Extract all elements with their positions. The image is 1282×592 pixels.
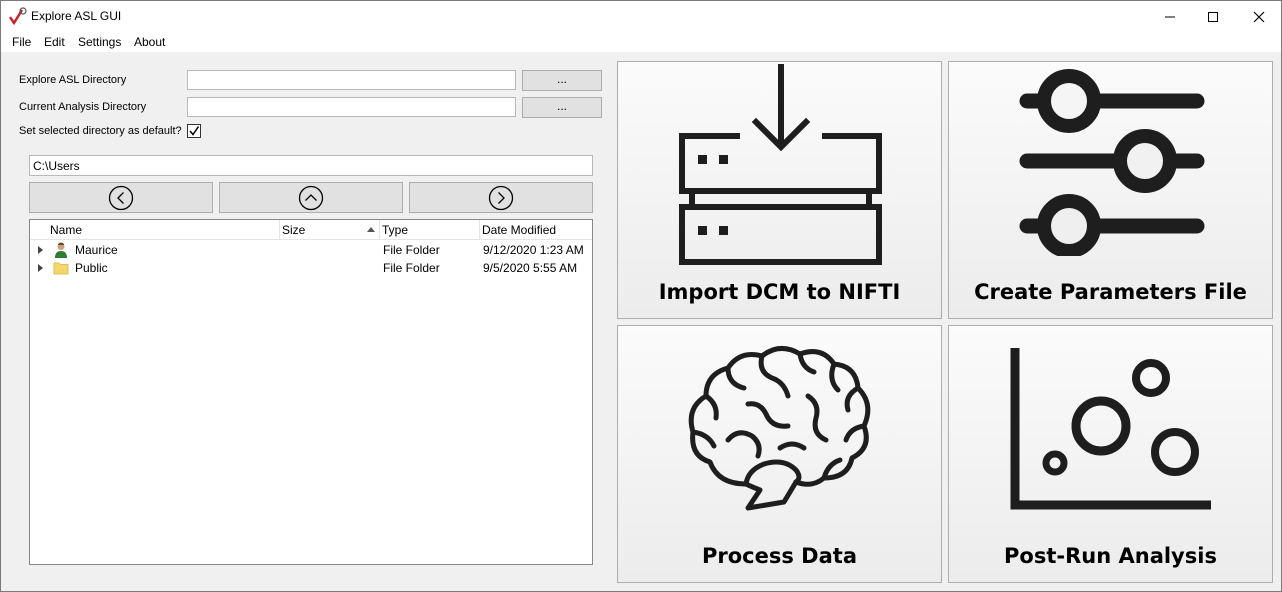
chevron-up-icon [298,185,324,210]
menu-about[interactable]: About [132,34,167,50]
import-dcm-label: Import DCM to NIFTI [658,280,901,304]
user-folder-icon [55,242,67,258]
close-icon [1253,11,1265,22]
column-type[interactable]: Type [380,220,480,240]
up-button[interactable] [219,182,403,213]
column-size[interactable]: Size [280,220,380,240]
post-run-analysis-tile[interactable]: Post-Run Analysis [948,325,1273,583]
back-button[interactable] [29,182,213,213]
row-date-modified: 9/12/2020 1:23 AM [483,243,584,257]
brain-icon [688,346,871,511]
menu-bar: File Edit Settings About [1,32,1281,52]
tree-header: Name Size Type Date Modified [30,220,592,240]
app-logo-icon [9,7,27,25]
column-date-modified[interactable]: Date Modified [480,220,592,240]
row-type: File Folder [383,243,440,257]
maximize-icon [1208,11,1218,22]
table-row[interactable]: Public File Folder 9/5/2020 5:55 AM [30,259,592,277]
table-row[interactable]: Maurice File Folder 9/12/2020 1:23 AM [30,241,592,259]
row-date-modified: 9/5/2020 5:55 AM [483,261,578,275]
explore-asl-browse-button[interactable]: ... [522,70,602,91]
menu-settings[interactable]: Settings [76,34,123,50]
post-run-analysis-label: Post-Run Analysis [1004,544,1217,568]
analysis-directory-label: Current Analysis Directory [19,101,147,113]
row-name: Public [75,261,108,275]
set-default-checkbox[interactable] [187,124,201,138]
column-size-label: Size [282,223,306,237]
menu-edit[interactable]: Edit [42,34,67,50]
sort-ascending-icon [367,227,375,232]
menu-file[interactable]: File [10,34,33,50]
import-database-icon [679,64,882,265]
explore-asl-directory-input[interactable] [187,70,516,90]
create-parameters-label: Create Parameters File [974,280,1247,304]
set-default-label: Set selected directory as default? [19,125,182,137]
scatter-plot-icon [1010,348,1211,510]
file-tree[interactable]: Name Size Type Date Modified Maurice Fil… [29,219,593,565]
maximize-button[interactable] [1190,1,1236,32]
column-name[interactable]: Name [30,220,280,240]
title-bar: Explore ASL GUI [1,1,1281,32]
folder-icon [53,262,69,275]
create-parameters-tile[interactable]: Create Parameters File [948,61,1273,319]
chevron-left-icon [108,185,134,210]
analysis-browse-button[interactable]: ... [522,97,602,118]
path-input[interactable]: C:\Users [29,155,593,176]
forward-button[interactable] [409,182,593,213]
app-window: Explore ASL GUI File Edit Settings About… [0,0,1282,592]
expand-arrow-icon[interactable] [38,246,44,254]
close-button[interactable] [1236,1,1282,32]
chevron-right-icon [488,185,514,210]
row-type: File Folder [383,261,440,275]
explore-asl-directory-label: Explore ASL Directory [19,74,127,86]
analysis-directory-input[interactable] [187,97,516,117]
minimize-button[interactable] [1147,1,1193,32]
import-dcm-tile[interactable]: Import DCM to NIFTI [617,61,942,319]
window-title: Explore ASL GUI [31,9,122,23]
row-name: Maurice [75,243,118,257]
checkmark-icon [189,126,200,136]
sliders-icon [1019,69,1205,256]
process-data-tile[interactable]: Process Data [617,325,942,583]
expand-arrow-icon[interactable] [38,264,44,272]
process-data-label: Process Data [702,544,857,568]
minimize-icon [1165,16,1175,17]
